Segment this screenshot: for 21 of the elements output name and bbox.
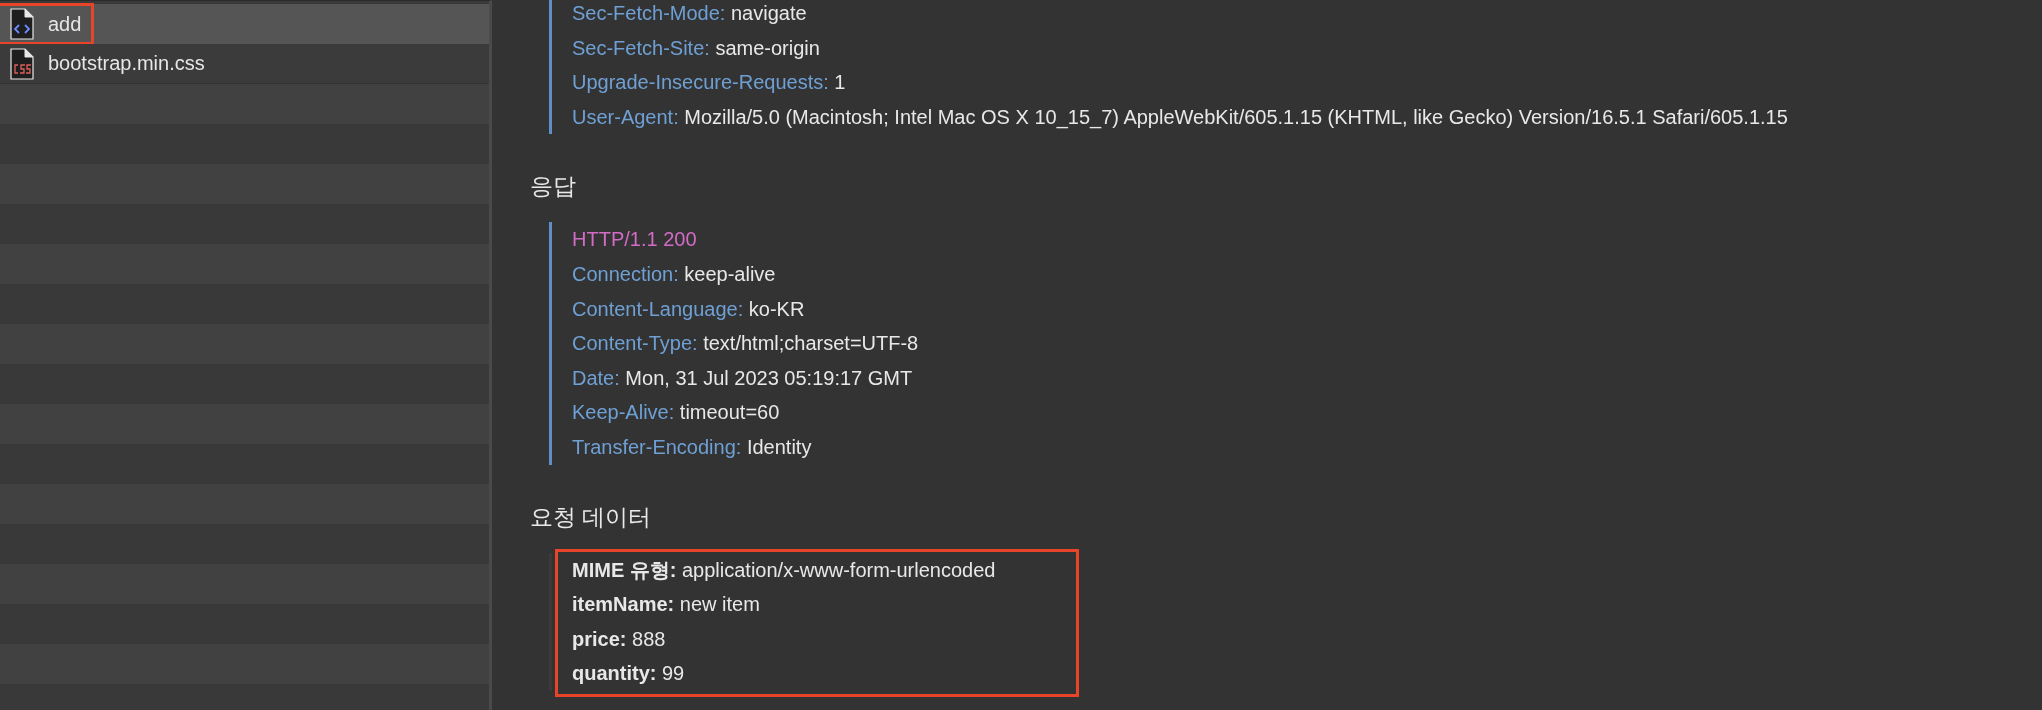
header-line: Content-Type: text/html;charset=UTF-8	[572, 331, 920, 357]
header-line: Sec-Fetch-Mode: navigate	[572, 1, 808, 26]
header-line: User-Agent: Mozilla/5.0 (Macintosh; Intel Mac OS X 10_15_7) AppleWebKit/605.1.15 (KHTML, like Gecko) Version/16.5.1 Safari/605.1.15	[572, 104, 1789, 131]
file-list-item[interactable]: bootstrap.min.css	[0, 44, 489, 84]
css-file-icon	[10, 47, 34, 80]
form-field-line: price: 888	[572, 626, 667, 652]
status-line: HTTP/1.1 200	[572, 227, 698, 253]
code-file-icon	[10, 8, 34, 40]
form-field-line: quantity: 99	[572, 661, 686, 687]
header-line: Content-Language: ko-KR	[572, 296, 806, 322]
form-field-line: itemName: new item	[572, 592, 761, 618]
file-list-item[interactable]: add	[0, 4, 489, 44]
header-line: Transfer-Encoding: Identity	[572, 434, 813, 460]
header-line: Date: Mon, 31 Jul 2023 05:19:17 GMT	[572, 365, 914, 391]
header-line: Keep-Alive: timeout=60	[572, 400, 781, 426]
section-title: 요청 데이터	[530, 502, 653, 532]
header-line: Upgrade-Insecure-Requests: 1	[572, 70, 847, 96]
header-line: Sec-Fetch-Site: same-origin	[572, 35, 821, 61]
section-title: 응답	[530, 172, 577, 202]
form-field-line: MIME 유형: application/x-www-form-urlencoded	[572, 557, 997, 583]
header-line: Connection: keep-alive	[572, 261, 777, 287]
